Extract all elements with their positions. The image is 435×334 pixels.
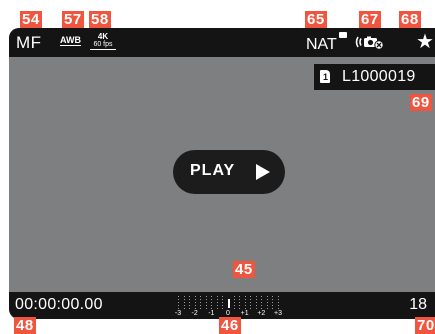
timecode-display: 00:00:00.00: [15, 296, 103, 313]
callout-69: 69: [410, 94, 432, 111]
callout-68: 68: [399, 11, 421, 28]
film-style-indicator[interactable]: NAT: [306, 36, 337, 54]
play-button[interactable]: PLAY: [173, 150, 285, 194]
star-icon[interactable]: ★: [416, 31, 434, 53]
exposure-scale-tick: [194, 296, 196, 311]
exposure-scale-tick: [255, 296, 257, 311]
exposure-scale-label: -3: [174, 310, 182, 317]
exposure-scale-tick: [183, 296, 185, 311]
sd-card-icon: 1: [320, 70, 330, 83]
film-style-badge-icon: [339, 32, 347, 38]
play-label: PLAY: [190, 162, 236, 179]
stabilization-off-icon[interactable]: [355, 34, 385, 50]
video-resolution-indicator[interactable]: 4K 60 fps: [90, 33, 116, 50]
resolution-label: 4K: [97, 32, 109, 41]
bottom-status-bar: 00:00:00.00 -3 -2 -1 0 +1 +2 +3 18: [9, 292, 435, 319]
callout-57: 57: [62, 11, 84, 28]
play-triangle-icon: [256, 164, 270, 185]
card-slot-number: 1: [323, 72, 329, 82]
callout-45: 45: [233, 261, 255, 278]
callout-46: 46: [219, 317, 241, 334]
exposure-scale-tick: [233, 296, 235, 311]
exposure-scale-tick: [228, 299, 230, 308]
exposure-scale-tick: [205, 296, 207, 311]
callout-58: 58: [89, 11, 111, 28]
exposure-scale-tick: [261, 296, 263, 311]
white-balance-indicator[interactable]: AWB: [60, 35, 81, 46]
camera-screen: MF AWB 4K 60 fps NAT ★ 1 L1000019 PLAY 0…: [9, 28, 435, 319]
file-info-box: 1 L1000019: [314, 64, 435, 90]
callout-54: 54: [20, 11, 42, 28]
count-indicator: 18: [409, 296, 427, 313]
exposure-scale-tick: [272, 296, 274, 311]
exposure-scale-tick: [211, 296, 213, 311]
callout-65: 65: [305, 11, 327, 28]
exposure-scale-tick: [244, 296, 246, 311]
callout-67: 67: [359, 11, 381, 28]
top-status-bar: MF AWB 4K 60 fps NAT ★: [9, 28, 435, 57]
exposure-scale-tick: [216, 296, 218, 311]
exposure-scale-label: -1: [208, 310, 215, 317]
callout-48: 48: [14, 317, 36, 334]
exposure-scale-tick: [250, 296, 252, 311]
exposure-scale-label: -2: [191, 310, 198, 317]
exposure-scale-label: +2: [257, 310, 266, 317]
exposure-scale-tick: [222, 296, 224, 311]
frame-rate-label: 60 fps: [93, 41, 113, 48]
exposure-scale-tick: [266, 296, 268, 311]
exposure-scale-tick: [200, 296, 202, 311]
exposure-scale-tick: [189, 296, 191, 311]
exposure-scale-tick: [278, 296, 279, 311]
focus-mode-indicator[interactable]: MF: [16, 33, 42, 53]
exposure-scale-label: +3: [274, 310, 282, 317]
filename-label: L1000019: [342, 68, 416, 85]
exposure-scale-label: +1: [240, 310, 249, 317]
exposure-scale-tick: [178, 296, 179, 311]
callout-70: 70: [415, 317, 435, 334]
exposure-scale: -3 -2 -1 0 +1 +2 +3: [166, 292, 286, 319]
exposure-scale-tick: [239, 296, 241, 311]
